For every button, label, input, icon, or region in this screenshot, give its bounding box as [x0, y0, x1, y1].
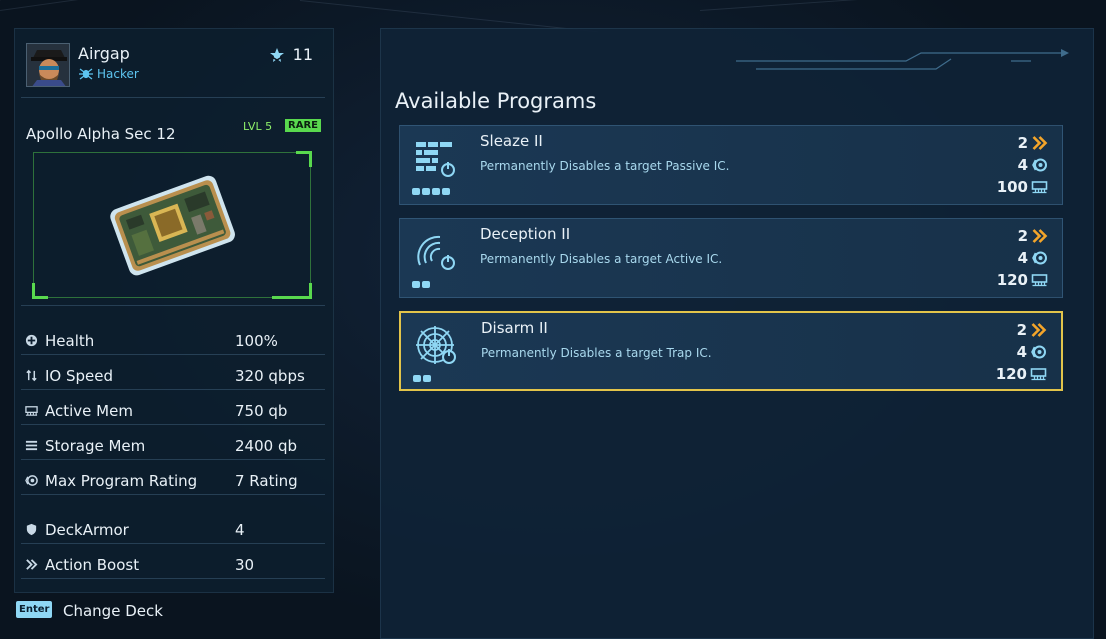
active-mem-icon: [23, 403, 39, 419]
stat-row-io-speed: IO Speed 320 qbps: [21, 362, 325, 390]
boost-value: 2: [1017, 134, 1028, 152]
player-level-value: 11: [292, 45, 313, 64]
stat-value: 750 qb: [235, 401, 288, 420]
program-stats: 2 4 120: [997, 225, 1048, 291]
deception-icon: [412, 229, 460, 277]
spider-icon: [79, 68, 93, 80]
rating-icon: [23, 473, 39, 489]
stat-label: Action Boost: [45, 555, 140, 574]
memory-icon: [1030, 179, 1048, 195]
stat-value: 2400 qb: [235, 436, 297, 455]
boost-value: 2: [1016, 321, 1027, 339]
program-card-sleaze[interactable]: Sleaze II Permanently Disables a target …: [399, 125, 1063, 205]
program-card-disarm[interactable]: Disarm II Permanently Disables a target …: [399, 311, 1063, 391]
divider: [21, 305, 325, 306]
program-rating: 4: [996, 341, 1047, 363]
memory-icon: [1029, 366, 1047, 382]
deck-image-frame[interactable]: [32, 151, 312, 299]
program-rating: 4: [997, 247, 1048, 269]
stat-label: DeckArmor: [45, 520, 129, 539]
stat-row-action-boost: Action Boost 30: [21, 551, 325, 579]
player-level: 11: [269, 45, 313, 64]
program-level-dots: [413, 375, 431, 382]
stat-label: IO Speed: [45, 366, 114, 385]
rating-icon: [1030, 157, 1048, 173]
divider: [21, 97, 325, 98]
frame-corner: [296, 151, 312, 167]
sleaze-icon: [412, 136, 460, 184]
rating-value: 4: [1016, 343, 1027, 361]
frame-corner: [272, 283, 312, 299]
program-description: Permanently Disables a target Active IC.: [480, 252, 723, 266]
shield-icon: [23, 522, 39, 538]
stat-label: Storage Mem: [45, 436, 146, 455]
programs-title: Available Programs: [395, 89, 597, 113]
boost-icon: [1029, 322, 1047, 338]
program-description: Permanently Disables a target Passive IC…: [480, 159, 730, 173]
frame-corner: [32, 283, 48, 299]
memory-value: 120: [996, 271, 1028, 289]
stat-label: Active Mem: [45, 401, 133, 420]
program-level-dots: [412, 281, 430, 288]
enter-key-hint[interactable]: Enter: [16, 601, 53, 618]
stat-row-max-rating: Max Program Rating 7 Rating: [21, 467, 325, 495]
rating-value: 4: [1017, 156, 1028, 174]
programs-panel: Available Programs Sleaze II Permanently…: [380, 28, 1094, 639]
rarity-badge: RARE: [285, 119, 321, 132]
program-stats: 2 4 120: [996, 319, 1047, 385]
program-boost: 2: [997, 132, 1048, 154]
program-memory: 120: [996, 363, 1047, 385]
deck-name: Apollo Alpha Sec 12: [26, 125, 176, 143]
program-memory: 100: [997, 176, 1048, 198]
health-icon: [23, 333, 39, 349]
program-stats: 2 4 100: [997, 132, 1048, 198]
memory-value: 100: [996, 178, 1028, 196]
io-speed-icon: [23, 368, 39, 384]
program-boost: 2: [997, 225, 1048, 247]
stat-row-active-mem: Active Mem 750 qb: [21, 397, 325, 425]
player-class: Hacker: [78, 67, 139, 81]
boost-icon: [23, 557, 39, 573]
deck-level: LVL 5: [243, 120, 273, 133]
deck-panel: Airgap Hacker 11 Apollo Alpha Sec 12 LVL…: [14, 28, 334, 593]
rating-value: 4: [1017, 249, 1028, 267]
stat-value: 4: [235, 520, 245, 539]
boost-icon: [1030, 135, 1048, 151]
program-name: Disarm II: [481, 319, 548, 337]
stat-label: Health: [45, 331, 95, 350]
decorative-lines: [736, 49, 1069, 70]
program-rating: 4: [997, 154, 1048, 176]
stat-value: 320 qbps: [235, 366, 305, 385]
rank-icon: [269, 47, 284, 62]
program-boost: 2: [996, 319, 1047, 341]
player-name: Airgap: [78, 44, 130, 63]
change-deck-button[interactable]: Change Deck: [63, 602, 163, 620]
memory-value: 120: [995, 365, 1027, 383]
program-name: Sleaze II: [480, 132, 543, 150]
stat-value: 30: [235, 555, 255, 574]
boost-icon: [1030, 228, 1048, 244]
program-name: Deception II: [480, 225, 571, 243]
stat-label: Max Program Rating: [45, 471, 198, 490]
stat-row-health: Health 100%: [21, 327, 325, 355]
cyberdeck-image: [110, 175, 235, 276]
program-description: Permanently Disables a target Trap IC.: [481, 346, 712, 360]
rating-icon: [1030, 250, 1048, 266]
stat-row-storage-mem: Storage Mem 2400 qb: [21, 432, 325, 460]
boost-value: 2: [1017, 227, 1028, 245]
program-memory: 120: [997, 269, 1048, 291]
program-card-deception[interactable]: Deception II Permanently Disables a targ…: [399, 218, 1063, 298]
stat-row-deck-armor: DeckArmor 4: [21, 516, 325, 544]
stat-value: 100%: [235, 331, 278, 350]
profile-header: Airgap Hacker 11: [23, 41, 323, 91]
stat-value: 7 Rating: [235, 471, 298, 490]
player-class-label: Hacker: [97, 67, 139, 81]
avatar[interactable]: [26, 43, 70, 87]
program-level-dots: [412, 188, 450, 195]
storage-mem-icon: [23, 438, 39, 454]
rating-icon: [1029, 344, 1047, 360]
disarm-icon: [413, 323, 461, 371]
memory-icon: [1030, 272, 1048, 288]
